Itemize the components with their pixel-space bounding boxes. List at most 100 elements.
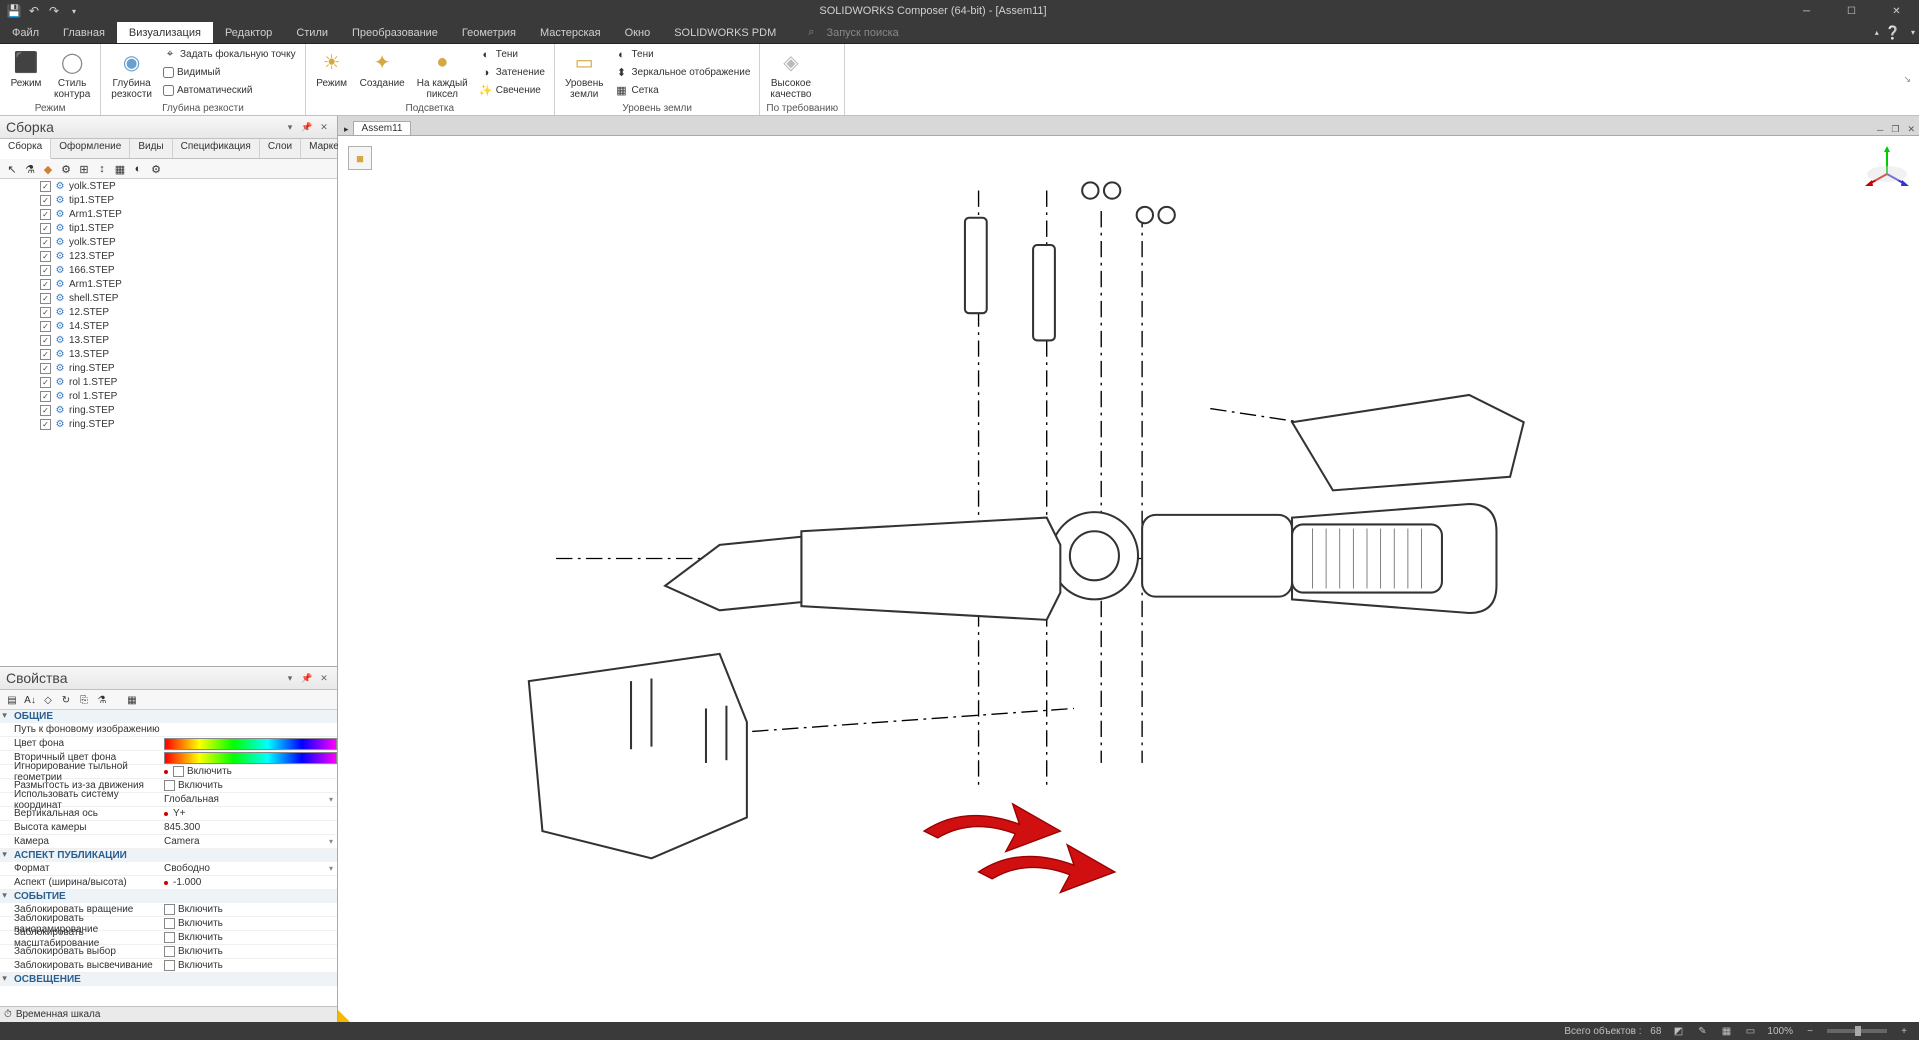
tab-bom[interactable]: Спецификация xyxy=(173,139,260,158)
panel-pin-icon[interactable]: 📌 xyxy=(300,671,314,685)
status-icon-2[interactable]: ✎ xyxy=(1695,1024,1709,1038)
contour-style-button[interactable]: ◯ Стильконтура xyxy=(50,46,94,102)
checkbox-icon[interactable] xyxy=(164,946,175,957)
close-button[interactable]: ✕ xyxy=(1874,0,1919,22)
prop-row[interactable]: Заблокировать выборВключить xyxy=(0,945,337,959)
prop-section-header[interactable]: ОСВЕЩЕНИЕ xyxy=(0,973,337,986)
menu-workshop[interactable]: Мастерская xyxy=(528,22,613,43)
doc-restore-icon[interactable]: ❐ xyxy=(1887,124,1903,135)
checkbox-icon[interactable]: ✓ xyxy=(40,195,51,206)
tab-list-icon[interactable]: ▸ xyxy=(344,124,349,135)
dof-button[interactable]: ◉ Глубинарезкости xyxy=(107,46,156,102)
shadows-button[interactable]: ◐Тени xyxy=(476,46,548,63)
expand-icon[interactable]: ⊞ xyxy=(76,161,92,177)
checkbox-icon[interactable] xyxy=(164,780,175,791)
dropdown-icon[interactable]: ▾ xyxy=(329,795,333,804)
checkbox-icon[interactable]: ✓ xyxy=(40,237,51,248)
set-focal-point-button[interactable]: ⌖Задать фокальную точку xyxy=(160,46,299,63)
status-icon-4[interactable]: ▭ xyxy=(1743,1024,1757,1038)
prop-row[interactable]: Использовать систему координатГлобальная… xyxy=(0,793,337,807)
tree-item[interactable]: ✓⚙13.STEP xyxy=(0,333,337,347)
tree-item[interactable]: ✓⚙Arm1.STEP xyxy=(0,277,337,291)
checkbox-icon[interactable]: ✓ xyxy=(40,349,51,360)
customize-qat-icon[interactable]: ▾ xyxy=(66,3,82,19)
checkbox-icon[interactable]: ✓ xyxy=(40,181,51,192)
menu-geometry[interactable]: Геометрия xyxy=(450,22,528,43)
tree-item[interactable]: ✓⚙yolk.STEP xyxy=(0,235,337,249)
tree-item[interactable]: ✓⚙rol 1.STEP xyxy=(0,389,337,403)
menu-home[interactable]: Главная xyxy=(51,22,117,43)
ground-shadows-button[interactable]: ◐Тени xyxy=(611,46,753,63)
panel-close-icon[interactable]: ✕ xyxy=(317,671,331,685)
view-icon[interactable]: ▦ xyxy=(112,161,128,177)
minimize-button[interactable]: ─ xyxy=(1784,0,1829,22)
prop-row[interactable]: Аспект (ширина/высота)-1.000 xyxy=(0,876,337,890)
checkbox-icon[interactable]: ✓ xyxy=(40,293,51,304)
tree-item[interactable]: ✓⚙123.STEP xyxy=(0,249,337,263)
menu-render[interactable]: Визуализация xyxy=(117,22,213,43)
zoom-in-icon[interactable]: + xyxy=(1897,1024,1911,1038)
viewport-tab[interactable]: Assem11 xyxy=(353,121,412,135)
filter-icon[interactable]: ⚗ xyxy=(94,692,110,708)
checkbox-icon[interactable] xyxy=(164,932,175,943)
help-dropdown-icon[interactable]: ▾ xyxy=(1911,28,1915,37)
checkbox-icon[interactable]: ✓ xyxy=(40,377,51,388)
cursor-icon[interactable]: ↖ xyxy=(4,161,20,177)
resize-corner-icon[interactable] xyxy=(338,1010,350,1022)
tree-item[interactable]: ✓⚙shell.STEP xyxy=(0,291,337,305)
prop-row[interactable]: Высота камеры845.300 xyxy=(0,821,337,835)
select-icon[interactable]: ◆ xyxy=(40,161,56,177)
prop-row[interactable]: Путь к фоновому изображению xyxy=(0,723,337,737)
search-hint[interactable]: Запуск поиска xyxy=(826,27,898,39)
tree-item[interactable]: ✓⚙14.STEP xyxy=(0,319,337,333)
viewport-3d[interactable]: ■ xyxy=(338,136,1919,1022)
assembly-tree[interactable]: ✓⚙yolk.STEP✓⚙tip1.STEP✓⚙Arm1.STEP✓⚙tip1.… xyxy=(0,179,337,666)
menu-transform[interactable]: Преобразование xyxy=(340,22,450,43)
create-light-button[interactable]: ✦ Создание xyxy=(356,46,409,91)
undo-icon[interactable]: ↶ xyxy=(26,3,42,19)
checkbox-icon[interactable]: ✓ xyxy=(40,419,51,430)
gradient-swatch[interactable] xyxy=(164,738,337,750)
categorize-icon[interactable]: ▤ xyxy=(4,692,20,708)
tab-views[interactable]: Виды xyxy=(130,139,172,158)
tree-item[interactable]: ✓⚙tip1.STEP xyxy=(0,193,337,207)
tree-item[interactable]: ✓⚙rol 1.STEP xyxy=(0,375,337,389)
sort-alpha-icon[interactable]: A↓ xyxy=(22,692,38,708)
zoom-out-icon[interactable]: − xyxy=(1803,1024,1817,1038)
tree-item[interactable]: ✓⚙13.STEP xyxy=(0,347,337,361)
prop-row[interactable]: Заблокировать высвечиваниеВключить xyxy=(0,959,337,973)
panel-dropdown-icon[interactable]: ▾ xyxy=(283,120,297,134)
panel-dropdown-icon[interactable]: ▾ xyxy=(283,671,297,685)
checkbox-icon[interactable]: ✓ xyxy=(40,363,51,374)
doc-minimize-icon[interactable]: ─ xyxy=(1873,125,1887,135)
status-zoom[interactable]: 100% xyxy=(1767,1026,1793,1037)
tree-item[interactable]: ✓⚙Arm1.STEP xyxy=(0,207,337,221)
high-quality-button[interactable]: ◈ Высокоекачество xyxy=(766,46,815,102)
tile-icon[interactable]: ▦ xyxy=(124,692,140,708)
dropdown-icon[interactable]: ▾ xyxy=(329,864,333,873)
timeline-bar[interactable]: ⏱ Временная шкала xyxy=(0,1006,337,1022)
tree-item[interactable]: ✓⚙ring.STEP xyxy=(0,403,337,417)
prop-section-header[interactable]: СОБЫТИЕ xyxy=(0,890,337,903)
dropdown-icon[interactable]: ▾ xyxy=(329,837,333,846)
per-pixel-button[interactable]: ● На каждыйпиксел xyxy=(413,46,472,102)
checkbox-icon[interactable]: ✓ xyxy=(40,251,51,262)
mirror-button[interactable]: ⬍Зеркальное отображение xyxy=(611,64,753,81)
toggle-icon[interactable]: ◐ xyxy=(130,161,146,177)
prop-row[interactable]: Игнорирование тыльной геометрииВключить xyxy=(0,765,337,779)
prop-section-header[interactable]: ОБЩИЕ xyxy=(0,710,337,723)
gradient-swatch[interactable] xyxy=(164,752,337,764)
checkbox-icon[interactable] xyxy=(164,960,175,971)
checkbox-icon[interactable]: ✓ xyxy=(40,321,51,332)
shading-button[interactable]: ◑Затенение xyxy=(476,64,548,81)
prop-section-header[interactable]: АСПЕКТ ПУБЛИКАЦИИ xyxy=(0,849,337,862)
status-icon-3[interactable]: ▦ xyxy=(1719,1024,1733,1038)
checkbox-icon[interactable]: ✓ xyxy=(40,307,51,318)
lighting-mode-button[interactable]: ☀ Режим xyxy=(312,46,352,91)
redo-icon[interactable]: ↷ xyxy=(46,3,62,19)
tab-collaboration[interactable]: Оформление xyxy=(51,139,130,158)
neutral-icon[interactable]: ◇ xyxy=(40,692,56,708)
grid-button[interactable]: ▦Сетка xyxy=(611,82,753,99)
prop-row[interactable]: Вертикальная осьY+ xyxy=(0,807,337,821)
mode-button[interactable]: ⬛ Режим xyxy=(6,46,46,91)
